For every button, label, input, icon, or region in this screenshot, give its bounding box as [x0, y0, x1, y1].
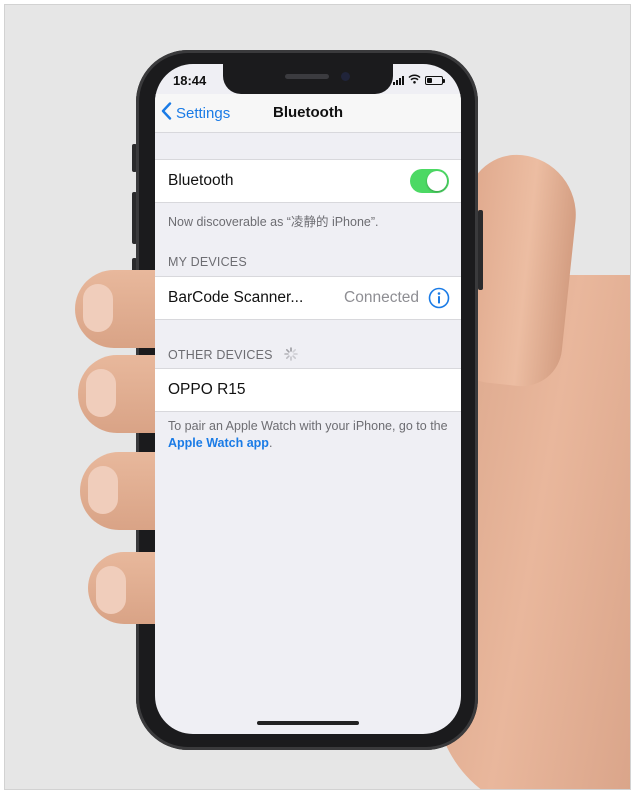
- device-row-oppo-r15[interactable]: OPPO R15: [155, 368, 461, 412]
- my-devices-header: MY DEVICES: [168, 255, 247, 269]
- status-icons: [393, 71, 445, 89]
- discoverable-note: Now discoverable as “凌静的 iPhone”.: [168, 215, 379, 229]
- wifi-icon: [408, 71, 421, 89]
- bluetooth-row: Bluetooth: [155, 159, 461, 203]
- navigation-bar: Settings Bluetooth: [155, 94, 461, 133]
- other-devices-header-label: OTHER DEVICES: [168, 347, 273, 362]
- device-row-barcode-scanner[interactable]: BarCode Scanner... Connected: [155, 276, 461, 320]
- home-indicator[interactable]: [257, 721, 359, 725]
- signal-icon: [393, 75, 404, 85]
- info-icon[interactable]: [428, 287, 450, 314]
- earpiece: [285, 74, 329, 79]
- apple-watch-note-text: To pair an Apple Watch with your iPhone,…: [168, 419, 448, 433]
- battery-icon: [425, 75, 445, 85]
- power-button: [478, 210, 483, 290]
- phone-screen: 18:44 Settings Bluetooth Bluetooth Now d…: [155, 64, 461, 734]
- spinner-icon: [284, 347, 299, 364]
- bluetooth-row-label: Bluetooth: [168, 172, 234, 189]
- front-camera: [341, 72, 350, 81]
- apple-watch-note-suffix: .: [268, 436, 273, 450]
- device-name: OPPO R15: [168, 381, 246, 398]
- page-title: Bluetooth: [273, 104, 343, 121]
- apple-watch-app-link[interactable]: Apple Watch app: [168, 436, 269, 450]
- apple-watch-note: To pair an Apple Watch with your iPhone,…: [168, 418, 453, 452]
- device-status: Connected: [344, 289, 419, 306]
- bluetooth-toggle[interactable]: [410, 169, 449, 193]
- device-name: BarCode Scanner...: [168, 289, 304, 306]
- status-time: 18:44: [173, 73, 207, 88]
- notch: [223, 64, 393, 94]
- other-devices-header: OTHER DEVICES: [168, 347, 299, 364]
- toggle-knob: [427, 171, 447, 191]
